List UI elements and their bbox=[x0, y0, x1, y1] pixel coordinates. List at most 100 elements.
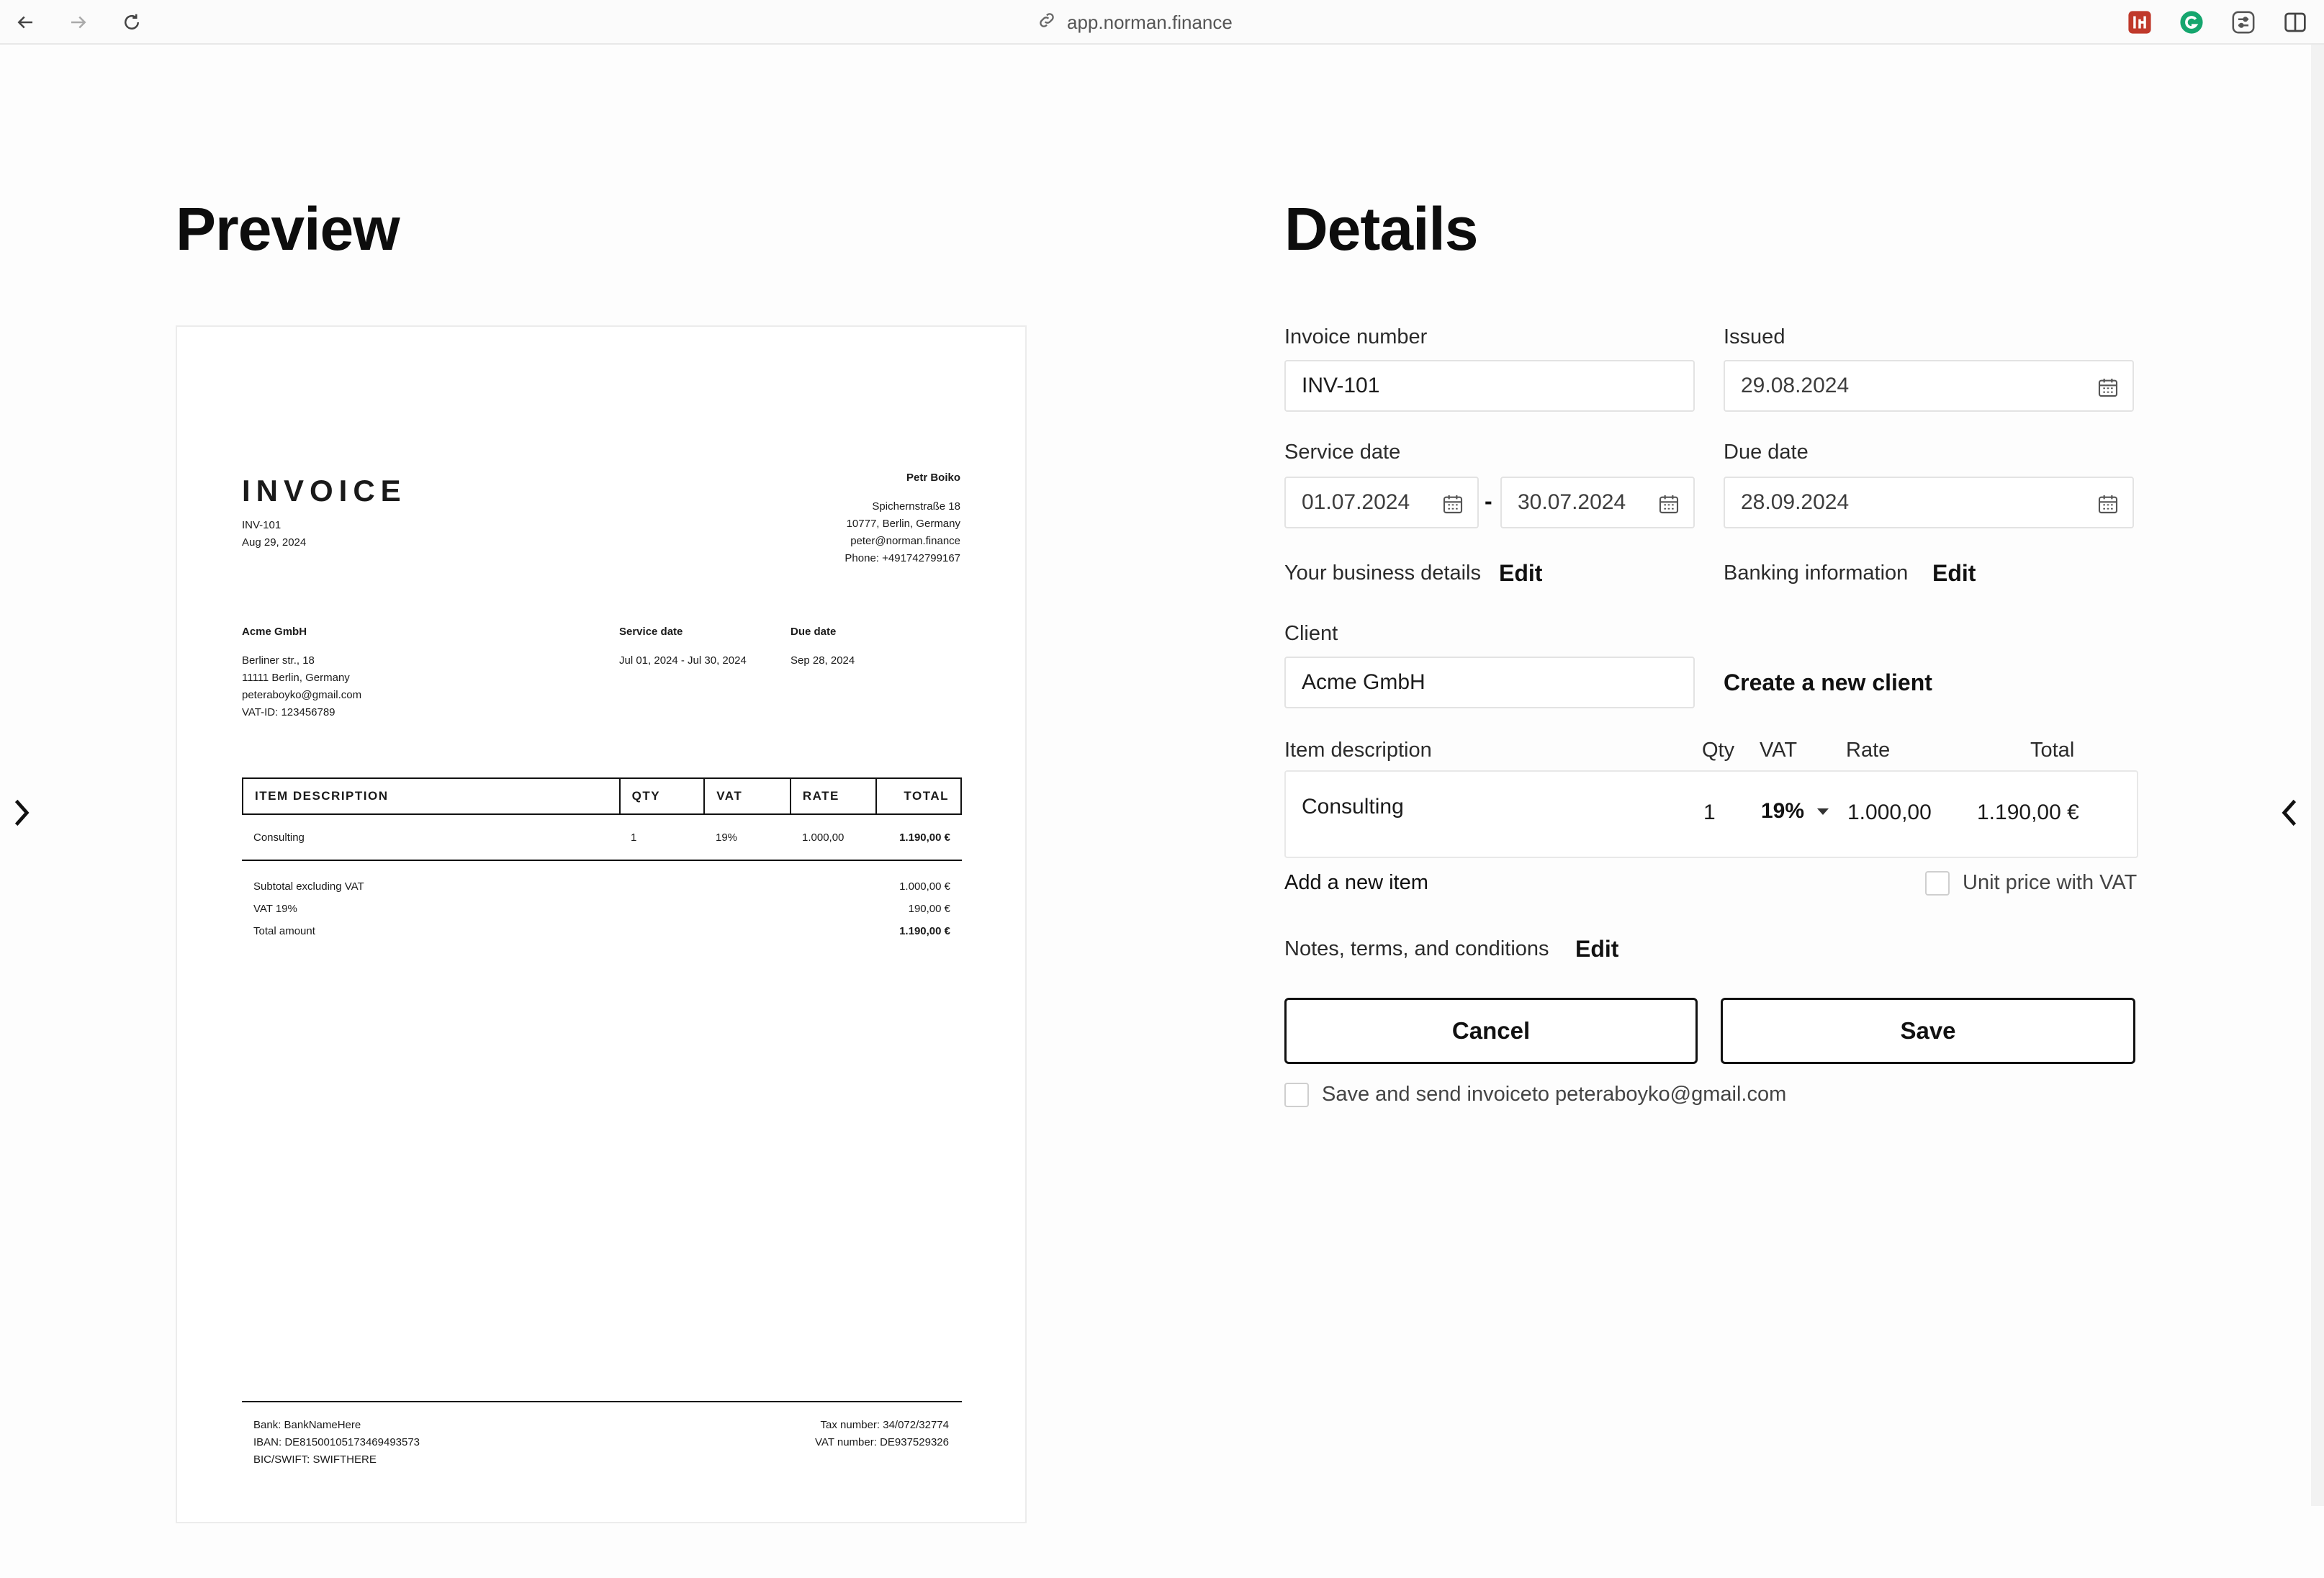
tax-number: Tax number: 34/072/32774 bbox=[820, 1419, 949, 1431]
grammarly-icon[interactable] bbox=[2179, 9, 2204, 35]
settings-sliders-icon[interactable] bbox=[2230, 9, 2256, 35]
scrollbar[interactable] bbox=[2311, 45, 2324, 1506]
back-arrow-icon[interactable] bbox=[12, 9, 39, 36]
item-qty-input[interactable]: 1 bbox=[1703, 801, 1716, 825]
client-email: peteraboyko@gmail.com bbox=[242, 689, 362, 701]
calendar-icon[interactable] bbox=[1441, 492, 1464, 515]
cancel-button[interactable]: Cancel bbox=[1284, 998, 1698, 1064]
sender-name: Petr Boiko bbox=[906, 472, 960, 484]
add-item-link[interactable]: Add a new item bbox=[1284, 871, 1428, 895]
tax-details: Tax number: 34/072/32774 VAT number: DE9… bbox=[815, 1417, 949, 1451]
vat-row: VAT 19% 190,00 € bbox=[242, 898, 962, 920]
create-client-link[interactable]: Create a new client bbox=[1724, 669, 1932, 696]
client-vat-id: VAT-ID: 123456789 bbox=[242, 706, 335, 718]
business-details-edit-link[interactable]: Edit bbox=[1499, 560, 1542, 587]
total-value: 1.190,00 € bbox=[899, 925, 950, 937]
url-text: app.norman.finance bbox=[1067, 11, 1233, 33]
bank-bic: BIC/SWIFT: SWIFTHERE bbox=[253, 1453, 377, 1466]
address-bar[interactable]: app.norman.finance bbox=[1037, 9, 1233, 36]
client-select[interactable]: Acme GmbH bbox=[1284, 657, 1695, 708]
service-date-from-input[interactable]: 01.07.2024 bbox=[1284, 477, 1479, 528]
chevron-down-icon bbox=[1817, 808, 1829, 815]
item-qty-header: Qty bbox=[1702, 739, 1735, 762]
item-total-value: 1.190,00 € bbox=[1977, 801, 2079, 824]
service-date-label: Service date bbox=[619, 626, 683, 638]
details-heading: Details bbox=[1284, 195, 1478, 263]
service-date-from-value: 01.07.2024 bbox=[1302, 490, 1410, 514]
calendar-icon[interactable] bbox=[2096, 492, 2120, 515]
collapse-left-arrow-icon[interactable] bbox=[2275, 795, 2304, 831]
total-label: Total amount bbox=[253, 925, 315, 937]
due-date-value: 28.09.2024 bbox=[1741, 490, 1850, 514]
invoice-title: INVOICE bbox=[242, 474, 407, 508]
col-qty: QTY bbox=[618, 779, 704, 813]
subtotal-value: 1.000,00 € bbox=[899, 880, 950, 893]
item-description-input[interactable]: Consulting bbox=[1302, 795, 1404, 819]
row-total: 1.190,00 € bbox=[899, 831, 950, 844]
sender-city: 10777, Berlin, Germany bbox=[846, 518, 960, 530]
preview-heading: Preview bbox=[176, 195, 400, 263]
invoice-number-label: Invoice number bbox=[1284, 325, 1428, 348]
due-date-value: Sep 28, 2024 bbox=[791, 654, 855, 667]
unit-price-vat-checkbox[interactable] bbox=[1925, 871, 1950, 896]
invoice-number: INV-101 bbox=[242, 519, 282, 531]
calendar-icon[interactable] bbox=[1657, 492, 1680, 515]
issued-label: Issued bbox=[1724, 325, 1785, 348]
forward-arrow-icon[interactable] bbox=[65, 9, 92, 36]
col-item-description: ITEM DESCRIPTION bbox=[255, 789, 389, 803]
item-rate-header: Rate bbox=[1846, 739, 1891, 762]
service-date-label: Service date bbox=[1284, 441, 1401, 464]
service-date-to-input[interactable]: 30.07.2024 bbox=[1500, 477, 1695, 528]
bank-details: Bank: BankNameHere IBAN: DE8150010517346… bbox=[253, 1417, 420, 1469]
client-city: 11111 Berlin, Germany bbox=[242, 672, 350, 684]
expand-right-arrow-icon[interactable] bbox=[7, 795, 36, 831]
client-name: Acme GmbH bbox=[242, 626, 307, 638]
col-vat: VAT bbox=[703, 779, 790, 813]
sidebar-toggle-icon[interactable] bbox=[2282, 9, 2308, 35]
item-vat-value: 19% bbox=[1761, 799, 1805, 823]
notes-label: Notes, terms, and conditions bbox=[1284, 937, 1549, 960]
table-row: Consulting 1 19% 1.000,00 1.190,00 € bbox=[242, 815, 962, 860]
item-description-header: Item description bbox=[1284, 739, 1432, 762]
sender-email: peter@norman.finance bbox=[850, 535, 960, 547]
extension-icon[interactable] bbox=[2127, 9, 2153, 35]
item-vat-header: VAT bbox=[1760, 739, 1798, 762]
col-total: TOTAL bbox=[875, 779, 960, 813]
table-header: ITEM DESCRIPTION QTY VAT RATE TOTAL bbox=[242, 777, 962, 815]
due-date-input[interactable]: 28.09.2024 bbox=[1724, 477, 2134, 528]
notes-edit-link[interactable]: Edit bbox=[1575, 936, 1618, 962]
business-details-label: Your business details bbox=[1284, 562, 1481, 585]
service-date-to-value: 30.07.2024 bbox=[1518, 490, 1626, 514]
reload-icon[interactable] bbox=[118, 9, 145, 36]
banking-info-edit-link[interactable]: Edit bbox=[1932, 560, 1976, 587]
sender-street: Spichernstraße 18 bbox=[872, 500, 960, 513]
invoice-meta: INV-101 Aug 29, 2024 bbox=[242, 517, 306, 551]
date-range-separator: - bbox=[1485, 488, 1492, 514]
banking-info-label: Banking information bbox=[1724, 562, 1909, 585]
invoice-items-table: ITEM DESCRIPTION QTY VAT RATE TOTAL Cons… bbox=[242, 777, 962, 942]
due-date-label: Due date bbox=[1724, 441, 1809, 464]
bank-iban: IBAN: DE81500105173469493573 bbox=[253, 1436, 420, 1448]
invoice-preview-page: INVOICE INV-101 Aug 29, 2024 Petr Boiko … bbox=[176, 325, 1027, 1523]
sender-address: Petr Boiko Spichernstraße 18 10777, Berl… bbox=[845, 469, 960, 567]
due-date-label: Due date bbox=[791, 626, 837, 638]
row-description: Consulting bbox=[253, 831, 305, 844]
row-vat: 19% bbox=[716, 831, 738, 844]
item-vat-select[interactable]: 19% bbox=[1761, 799, 1830, 824]
row-rate: 1.000,00 bbox=[802, 831, 845, 844]
client-label: Client bbox=[1284, 622, 1338, 645]
save-and-send-checkbox[interactable] bbox=[1284, 1083, 1309, 1107]
sender-phone: Phone: +491742799167 bbox=[845, 552, 960, 564]
issued-date-input[interactable]: 29.08.2024 bbox=[1724, 360, 2134, 412]
invoice-number-input[interactable]: INV-101 bbox=[1284, 360, 1695, 412]
link-icon bbox=[1037, 10, 1057, 35]
calendar-icon[interactable] bbox=[2096, 376, 2120, 399]
footer-divider bbox=[242, 1401, 962, 1402]
item-rate-input[interactable]: 1.000,00 bbox=[1847, 801, 1932, 825]
subtotal-label: Subtotal excluding VAT bbox=[253, 880, 364, 893]
save-button[interactable]: Save bbox=[1721, 998, 2135, 1064]
total-row: Total amount 1.190,00 € bbox=[242, 920, 962, 942]
due-date-block: Due date Sep 28, 2024 bbox=[791, 623, 855, 669]
item-row: Consulting 1 19% 1.000,00 1.190,00 € bbox=[1284, 770, 2138, 858]
vat-value: 190,00 € bbox=[908, 903, 950, 915]
